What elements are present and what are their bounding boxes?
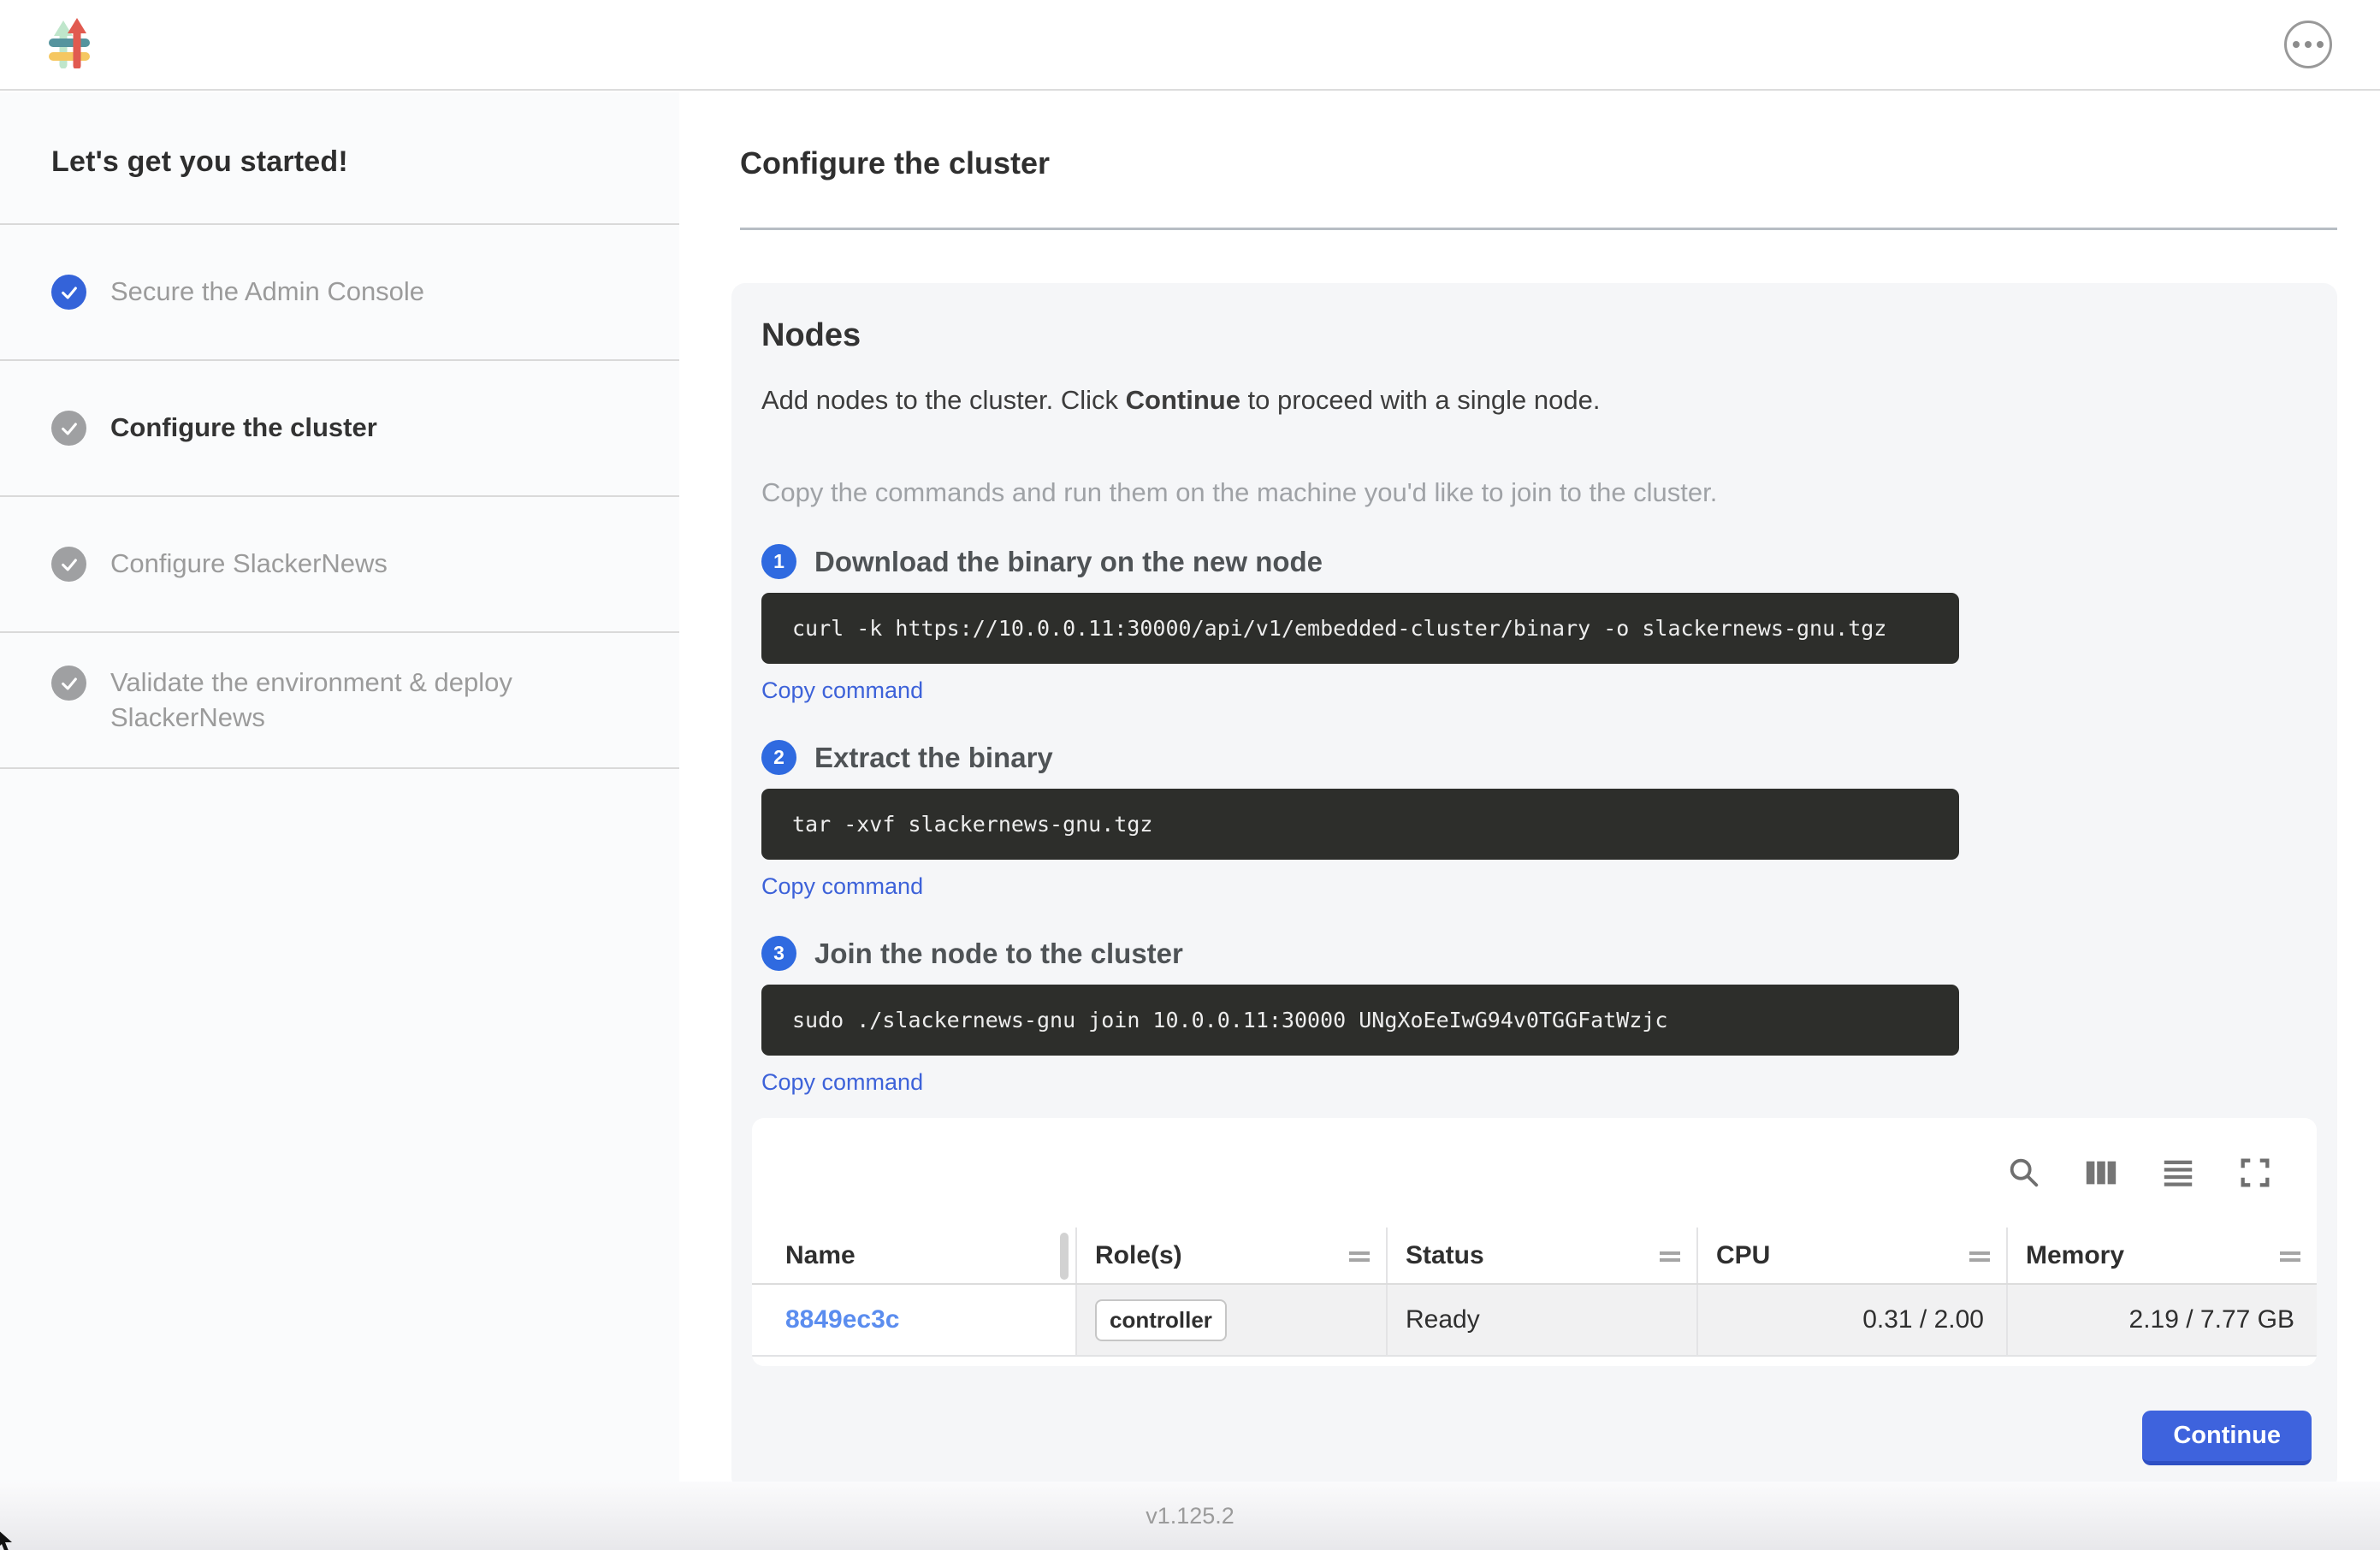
sidebar-item-label: Validate the environment & deploy Slacke… <box>110 666 607 735</box>
main-content: Configure the cluster Nodes Add nodes to… <box>679 92 2380 1482</box>
column-menu-icon[interactable] <box>1659 1241 1681 1270</box>
table-card-bottom-padding <box>752 1357 2317 1366</box>
add-nodes-description: Add nodes to the cluster. Click Continue… <box>761 385 2317 416</box>
step-extract-binary: 2 Extract the binary tar -xvf slackernew… <box>761 740 2317 900</box>
page-title: Configure the cluster <box>740 145 2380 181</box>
node-status-cell: Ready <box>1386 1285 1696 1355</box>
fullscreen-icon[interactable] <box>2236 1154 2274 1192</box>
version-label: v1.125.2 <box>1146 1503 1234 1529</box>
step-title: Download the binary on the new node <box>814 546 1323 578</box>
step-download-binary: 1 Download the binary on the new node cu… <box>761 544 2317 704</box>
description-text: to proceed with a single node. <box>1240 385 1601 415</box>
column-header-label: Role(s) <box>1095 1241 1182 1270</box>
pinned-column-scrollbar[interactable] <box>1060 1233 1069 1280</box>
step-header: 3 Join the node to the cluster <box>761 936 2317 971</box>
table-header-row: Name Role(s) Status <box>752 1228 2317 1285</box>
node-name-cell: 8849ec3c <box>752 1285 1075 1355</box>
nodes-table-card: Name Role(s) Status <box>752 1118 2317 1366</box>
sidebar-item-label: Configure SlackerNews <box>110 547 388 581</box>
nodes-panel: Nodes Add nodes to the cluster. Click Co… <box>731 283 2337 1491</box>
table-row: 8849ec3c controller Ready 0.31 / 2.00 2.… <box>752 1285 2317 1357</box>
column-header-label: Name <box>785 1241 855 1270</box>
copy-commands-instructions: Copy the commands and run them on the ma… <box>761 477 2317 508</box>
step-join-node: 3 Join the node to the cluster sudo ./sl… <box>761 936 2317 1096</box>
description-text: Add nodes to the cluster. Click <box>761 385 1126 415</box>
top-bar <box>0 0 2380 91</box>
column-header-memory[interactable]: Memory <box>2006 1228 2317 1283</box>
ellipsis-icon <box>2305 41 2312 48</box>
column-menu-icon[interactable] <box>2279 1241 2301 1270</box>
step-number-badge: 2 <box>761 740 796 775</box>
continue-keyword: Continue <box>1126 385 1240 415</box>
step-header: 2 Extract the binary <box>761 740 2317 775</box>
panel-actions: Continue <box>761 1411 2317 1465</box>
title-divider <box>740 228 2337 230</box>
density-icon[interactable] <box>2159 1154 2197 1192</box>
step-number-badge: 1 <box>761 544 796 579</box>
step-title: Join the node to the cluster <box>814 938 1183 970</box>
step-title: Extract the binary <box>814 742 1053 774</box>
column-header-name[interactable]: Name <box>752 1228 1075 1283</box>
column-header-roles[interactable]: Role(s) <box>1075 1228 1386 1283</box>
command-text: tar -xvf slackernews-gnu.tgz <box>792 812 1152 837</box>
ellipsis-icon <box>2317 41 2324 48</box>
node-memory-cell: 2.19 / 7.77 GB <box>2006 1285 2317 1355</box>
ellipsis-icon <box>2293 41 2300 48</box>
check-circle-icon <box>51 547 86 582</box>
slackernews-logo-icon <box>48 17 92 73</box>
check-circle-icon <box>51 411 86 446</box>
command-text: sudo ./slackernews-gnu join 10.0.0.11:30… <box>792 1008 1668 1032</box>
node-name-link[interactable]: 8849ec3c <box>785 1305 899 1334</box>
sidebar-item-label: Configure the cluster <box>110 411 377 445</box>
sidebar-item-label: Secure the Admin Console <box>110 275 424 309</box>
column-menu-icon[interactable] <box>1969 1241 1991 1270</box>
more-menu-button[interactable] <box>2284 21 2332 68</box>
search-icon[interactable] <box>2005 1154 2043 1192</box>
copy-command-link[interactable]: Copy command <box>761 873 923 900</box>
copy-command-link[interactable]: Copy command <box>761 1069 923 1096</box>
command-text: curl -k https://10.0.0.11:30000/api/v1/e… <box>792 616 1886 641</box>
sidebar-title: Let's get you started! <box>0 92 679 179</box>
node-cpu-cell: 0.31 / 2.00 <box>1696 1285 2006 1355</box>
column-menu-icon[interactable] <box>1348 1241 1371 1270</box>
app-footer: v1.125.2 <box>0 1482 2380 1550</box>
column-header-status[interactable]: Status <box>1386 1228 1696 1283</box>
sidebar-item-configure-cluster: Configure the cluster <box>0 361 679 497</box>
continue-button[interactable]: Continue <box>2142 1411 2312 1465</box>
nodes-section-title: Nodes <box>761 317 2317 354</box>
role-badge: controller <box>1095 1299 1227 1341</box>
sidebar-item-secure-admin-console: Secure the Admin Console <box>0 225 679 361</box>
column-header-cpu[interactable]: CPU <box>1696 1228 2006 1283</box>
command-code-block: sudo ./slackernews-gnu join 10.0.0.11:30… <box>761 985 1959 1056</box>
step-number-badge: 3 <box>761 936 796 971</box>
setup-steps-sidebar: Let's get you started! Secure the Admin … <box>0 92 679 1482</box>
copy-command-link[interactable]: Copy command <box>761 677 923 704</box>
app-window: Let's get you started! Secure the Admin … <box>0 0 2380 1550</box>
column-header-label: Memory <box>2026 1241 2124 1270</box>
table-toolbar <box>752 1118 2317 1228</box>
step-header: 1 Download the binary on the new node <box>761 544 2317 579</box>
check-circle-icon <box>51 275 86 310</box>
columns-icon[interactable] <box>2082 1154 2120 1192</box>
check-circle-icon <box>51 666 86 701</box>
mouse-cursor <box>0 1529 17 1550</box>
command-code-block: curl -k https://10.0.0.11:30000/api/v1/e… <box>761 593 1959 664</box>
column-header-label: CPU <box>1716 1241 1770 1270</box>
command-code-block: tar -xvf slackernews-gnu.tgz <box>761 789 1959 860</box>
column-header-label: Status <box>1406 1241 1484 1270</box>
sidebar-item-configure-slackernews: Configure SlackerNews <box>0 497 679 633</box>
node-roles-cell: controller <box>1075 1285 1386 1355</box>
sidebar-item-validate-deploy: Validate the environment & deploy Slacke… <box>0 633 679 769</box>
